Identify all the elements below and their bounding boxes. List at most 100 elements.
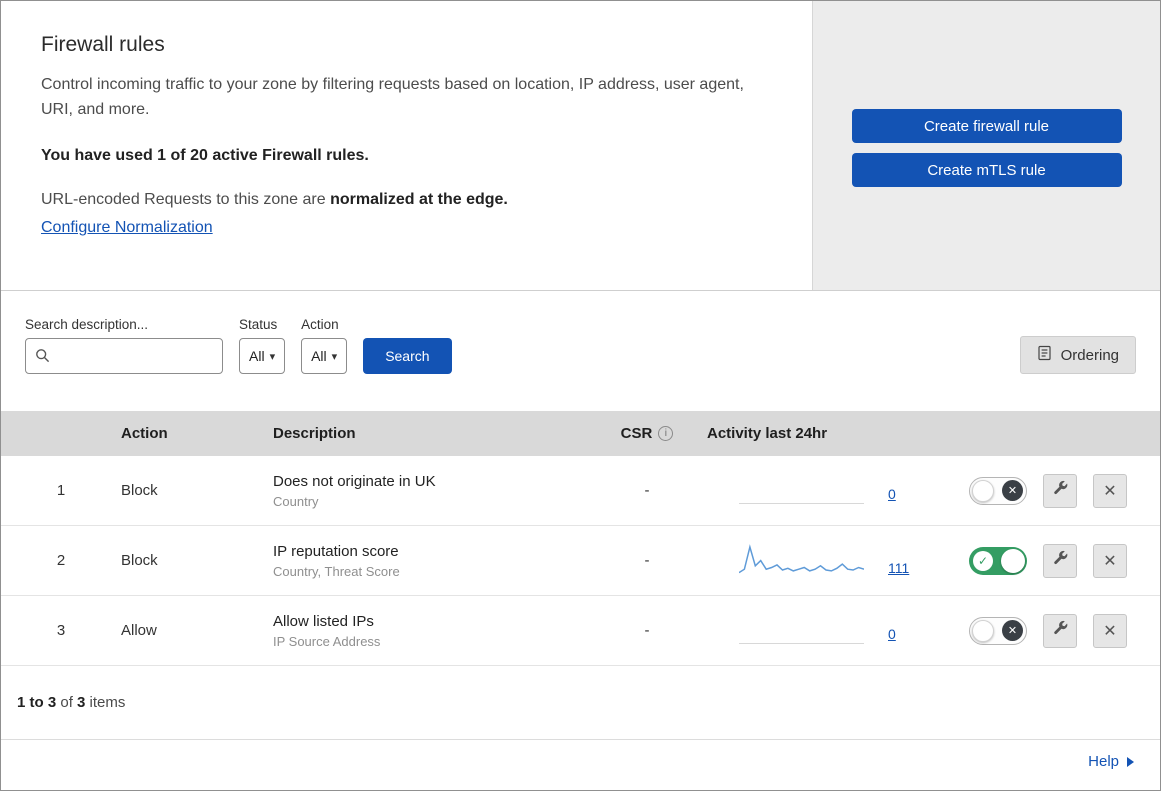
- activity-count-link[interactable]: 111: [888, 560, 909, 578]
- table-row: 2 Block IP reputation score Country, Thr…: [1, 526, 1160, 596]
- toggle-knob: [972, 479, 994, 502]
- activity-cell: 0: [701, 478, 947, 504]
- help-row: Help: [1, 740, 1160, 784]
- summary-range: 1 to 3: [17, 694, 57, 711]
- rule-action: Block: [121, 482, 158, 499]
- search-button[interactable]: Search: [363, 338, 452, 374]
- create-mtls-rule-button[interactable]: Create mTLS rule: [851, 153, 1122, 187]
- rule-description-cell: Does not originate in UK Country: [273, 473, 593, 509]
- ordering-button[interactable]: Ordering: [1019, 336, 1136, 374]
- activity-sparkline: [739, 618, 864, 644]
- rule-description-cell: IP reputation score Country, Threat Scor…: [273, 543, 593, 579]
- rule-description: Allow listed IPs: [273, 612, 374, 630]
- firewall-description: Control incoming traffic to your zone by…: [41, 76, 744, 118]
- header-csr: CSR i: [593, 425, 701, 442]
- delete-rule-button[interactable]: ✕: [1093, 613, 1127, 648]
- toggle-knob: [1001, 548, 1025, 573]
- toggle-state-icon: ✓: [973, 550, 993, 571]
- toggle-knob: [972, 619, 994, 642]
- table-header: Action Description CSR i Activity last 2…: [1, 411, 1160, 456]
- header-description: Description: [273, 425, 356, 442]
- rule-priority: 2: [56, 552, 66, 569]
- rule-description: IP reputation score: [273, 542, 399, 560]
- delete-rule-button[interactable]: ✕: [1093, 473, 1127, 508]
- status-label: Status: [239, 317, 278, 332]
- activity-count-link[interactable]: 0: [888, 626, 896, 644]
- activity-cell: 0: [701, 618, 947, 644]
- edit-rule-button[interactable]: [1043, 473, 1077, 508]
- summary-of: of: [56, 694, 78, 711]
- intro-text-panel: Firewall rules Control incoming traffic …: [1, 1, 813, 290]
- ordering-list-icon: [1037, 345, 1052, 365]
- close-icon: ✕: [1103, 622, 1117, 640]
- chevron-down-icon: ▾: [269, 350, 276, 363]
- help-link[interactable]: Help: [1088, 753, 1134, 770]
- rule-priority: 1: [56, 482, 66, 499]
- csr-value: -: [644, 622, 650, 639]
- actions-panel: Create firewall rule Create mTLS rule: [813, 1, 1160, 290]
- rule-action: Allow: [121, 622, 157, 639]
- toggle-state-icon: ✕: [1002, 619, 1023, 641]
- action-select-value: All: [311, 348, 327, 364]
- action-select[interactable]: All ▾: [301, 338, 348, 374]
- table-row: 1 Block Does not originate in UK Country…: [1, 456, 1160, 526]
- configure-normalization-link[interactable]: Configure Normalization: [41, 219, 213, 236]
- chevron-down-icon: ▾: [331, 350, 338, 363]
- edit-rule-button[interactable]: [1043, 543, 1077, 578]
- delete-rule-button[interactable]: ✕: [1093, 543, 1127, 578]
- rule-criteria: IP Source Address: [273, 633, 381, 649]
- intro-section: Firewall rules Control incoming traffic …: [1, 1, 1160, 291]
- activity-cell: 111: [701, 543, 947, 578]
- rule-enable-toggle[interactable]: ✕: [969, 616, 1027, 645]
- rule-description: Does not originate in UK: [273, 472, 436, 490]
- search-input-wrap: [25, 338, 223, 374]
- action-label: Action: [301, 317, 339, 332]
- edit-rule-button[interactable]: [1043, 613, 1077, 648]
- close-icon: ✕: [1103, 482, 1117, 500]
- normalization-bold: normalized at the edge.: [330, 190, 508, 208]
- wrench-icon: [1052, 550, 1068, 571]
- rule-enable-toggle[interactable]: ✕: [969, 476, 1027, 505]
- status-select-value: All: [249, 348, 265, 364]
- search-input[interactable]: [25, 338, 223, 374]
- rule-enable-toggle[interactable]: ✓: [969, 546, 1027, 575]
- csr-value: -: [644, 482, 650, 499]
- rule-controls: ✓ ✕: [947, 543, 1160, 578]
- normalization-text: URL-encoded Requests to this zone are: [41, 190, 331, 208]
- page-title: Firewall rules: [41, 33, 165, 56]
- rule-controls: ✕ ✕: [947, 473, 1160, 508]
- rule-priority: 3: [56, 622, 66, 639]
- activity-count-link[interactable]: 0: [888, 486, 896, 504]
- wrench-icon: [1052, 620, 1068, 641]
- help-arrow-icon: [1127, 756, 1134, 767]
- rule-description-cell: Allow listed IPs IP Source Address: [273, 613, 593, 649]
- normalization-note: URL-encoded Requests to this zone are no…: [41, 191, 772, 209]
- action-filter-group: Action All ▾: [301, 317, 348, 374]
- summary-items: items: [85, 694, 126, 711]
- close-icon: ✕: [1103, 552, 1117, 570]
- header-action: Action: [121, 425, 168, 442]
- search-group: Search description...: [25, 317, 223, 374]
- status-select[interactable]: All ▾: [239, 338, 286, 374]
- table-row: 3 Allow Allow listed IPs IP Source Addre…: [1, 596, 1160, 666]
- search-label: Search description...: [25, 317, 149, 332]
- rule-controls: ✕ ✕: [947, 613, 1160, 648]
- rule-action: Block: [121, 552, 158, 569]
- create-firewall-rule-button[interactable]: Create firewall rule: [851, 109, 1122, 143]
- info-icon[interactable]: i: [658, 426, 674, 441]
- activity-sparkline: [739, 478, 864, 504]
- ordering-button-label: Ordering: [1060, 346, 1119, 364]
- help-link-label: Help: [1088, 753, 1119, 770]
- items-summary: 1 to 3 of 3 items: [1, 666, 1160, 740]
- search-icon: [35, 348, 51, 369]
- usage-summary: You have used 1 of 20 active Firewall ru…: [41, 146, 369, 164]
- wrench-icon: [1052, 480, 1068, 501]
- toggle-state-icon: ✕: [1002, 479, 1023, 501]
- activity-sparkline: [738, 543, 865, 578]
- status-filter-group: Status All ▾: [239, 317, 286, 374]
- filter-bar: Search description... Status All ▾ Actio…: [1, 291, 1160, 411]
- header-activity: Activity last 24hr: [707, 425, 828, 442]
- rule-criteria: Country: [273, 493, 319, 509]
- csr-value: -: [644, 552, 650, 569]
- rule-criteria: Country, Threat Score: [273, 563, 400, 579]
